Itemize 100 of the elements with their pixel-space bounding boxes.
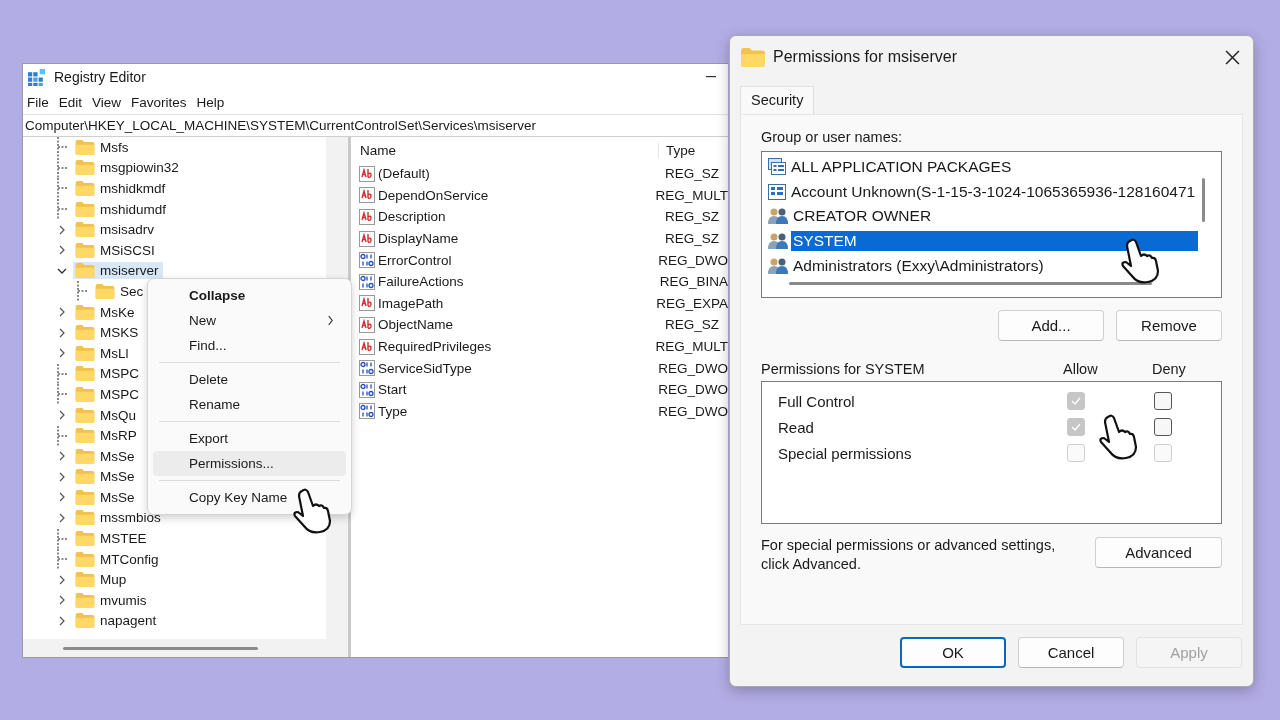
menu-item[interactable]: Rename bbox=[153, 392, 346, 417]
menu-item[interactable]: View bbox=[90, 94, 130, 110]
tree-item[interactable]: MsSe bbox=[73, 488, 139, 506]
chevron-right-icon[interactable] bbox=[57, 615, 67, 626]
value-type: REG_SZ bbox=[665, 166, 719, 182]
tree-connector-line bbox=[57, 549, 67, 570]
dialog-title: Permissions for msiserver bbox=[773, 48, 958, 66]
user-list-item[interactable]: Administrators (Exxy\Administrators) bbox=[791, 255, 1046, 276]
value-name[interactable]: FailureActions bbox=[378, 274, 464, 290]
tree-item[interactable]: MSKS bbox=[73, 324, 143, 342]
value-name[interactable]: ErrorControl bbox=[378, 252, 452, 268]
pointing-hand-icon bbox=[1120, 238, 1160, 284]
tree-item[interactable]: MTConfig bbox=[73, 550, 163, 568]
tree-item[interactable]: mvumis bbox=[73, 591, 151, 609]
tree-item[interactable]: MSPC bbox=[73, 365, 143, 383]
column-header[interactable]: Name bbox=[353, 142, 659, 158]
chevron-right-icon[interactable] bbox=[57, 410, 67, 420]
user-list-item[interactable]: Account Unknown(S-1-15-3-1024-1065365936-128160471 bbox=[789, 181, 1198, 202]
address-bar[interactable]: Computer\HKEY_LOCAL_MACHINE\SYSTEM\CurrentControlSet\Services\msiserver bbox=[23, 114, 728, 137]
value-name[interactable]: Start bbox=[378, 382, 407, 398]
column-header[interactable]: Type bbox=[659, 142, 696, 158]
window-title: Registry Editor bbox=[54, 69, 146, 85]
tree-item[interactable]: MsQu bbox=[73, 406, 140, 424]
chevron-right-icon[interactable] bbox=[57, 451, 67, 462]
tree-item[interactable]: MsLl bbox=[73, 344, 133, 362]
dialog-button[interactable]: Remove bbox=[1116, 310, 1222, 341]
chevron-right-icon[interactable] bbox=[57, 348, 67, 359]
dialog-button[interactable]: OK bbox=[900, 637, 1006, 668]
menu-item[interactable]: Edit bbox=[56, 94, 91, 110]
tree-item[interactable]: msgpiowin32 bbox=[73, 159, 183, 177]
value-name[interactable]: ServiceSidType bbox=[378, 360, 472, 376]
user-list-item[interactable]: CREATOR OWNER bbox=[791, 206, 934, 227]
user-list-item[interactable]: ALL APPLICATION PACKAGES bbox=[789, 157, 1014, 178]
scrollbar-thumb[interactable] bbox=[1202, 178, 1205, 222]
menu-item[interactable]: Delete bbox=[153, 367, 346, 392]
chevron-right-icon[interactable] bbox=[57, 224, 67, 235]
tree-item[interactable]: MSPC bbox=[73, 385, 143, 403]
dialog-button[interactable]: Cancel bbox=[1018, 637, 1124, 668]
column-header: Allow bbox=[1063, 361, 1099, 377]
tree-item[interactable]: MsRP bbox=[73, 427, 141, 445]
menu-item[interactable]: Permissions... bbox=[153, 451, 346, 476]
checkmark-icon bbox=[1071, 423, 1081, 431]
folder-icon bbox=[75, 325, 95, 341]
value-name[interactable]: Type bbox=[378, 403, 408, 419]
value-type: REG_SZ bbox=[665, 209, 719, 225]
chevron-right-icon[interactable] bbox=[57, 327, 67, 338]
tree-item[interactable]: napagent bbox=[73, 612, 161, 630]
checkbox[interactable] bbox=[1154, 418, 1172, 436]
chevron-right-icon[interactable] bbox=[57, 595, 67, 606]
value-name[interactable]: DependOnService bbox=[378, 187, 489, 203]
value-name[interactable]: (Default) bbox=[378, 166, 430, 182]
menu-item[interactable]: Copy Key Name bbox=[153, 485, 346, 510]
folder-icon bbox=[75, 181, 95, 196]
value-type: REG_MULT bbox=[655, 339, 728, 355]
tree-item[interactable]: msisadrv bbox=[73, 221, 158, 239]
tree-item[interactable]: mshidumdf bbox=[73, 200, 171, 218]
chevron-right-icon[interactable] bbox=[57, 574, 67, 585]
menu-item[interactable]: Favorites bbox=[129, 94, 195, 110]
menu-item[interactable]: Export bbox=[153, 426, 346, 451]
tree-item[interactable]: MSiSCSI bbox=[73, 241, 159, 259]
tab[interactable]: Security bbox=[740, 86, 815, 114]
scrollbar-thumb[interactable] bbox=[789, 282, 1152, 285]
column-header: Deny bbox=[1152, 361, 1187, 377]
tree-item[interactable]: Mup bbox=[73, 571, 131, 589]
tree-item[interactable]: Msfs bbox=[73, 138, 133, 156]
menu-item[interactable]: Help bbox=[194, 94, 233, 110]
tree-item[interactable]: MSTEE bbox=[73, 530, 151, 548]
chevron-right-icon[interactable] bbox=[57, 245, 67, 256]
value-type: REG_SZ bbox=[665, 231, 719, 247]
tree-item[interactable]: msiserver bbox=[73, 262, 163, 280]
minimize-icon[interactable] bbox=[706, 76, 716, 78]
tree-item[interactable]: mshidkmdf bbox=[73, 180, 170, 197]
chevron-right-icon[interactable] bbox=[57, 307, 67, 318]
close-icon[interactable] bbox=[1225, 49, 1240, 65]
chevron-right-icon[interactable] bbox=[57, 471, 67, 482]
user-list-item[interactable]: SYSTEM bbox=[791, 231, 1198, 252]
advanced-button[interactable]: Advanced bbox=[1095, 537, 1222, 568]
value-name[interactable]: DisplayName bbox=[378, 231, 459, 247]
tree-item[interactable]: MsSe bbox=[73, 468, 139, 486]
tree-item[interactable]: MsSe bbox=[73, 447, 139, 465]
chevron-down-icon[interactable] bbox=[57, 266, 67, 275]
menu-item[interactable]: Collapse bbox=[153, 283, 346, 308]
value-name[interactable]: Description bbox=[378, 209, 446, 225]
value-name[interactable]: RequiredPrivileges bbox=[378, 339, 492, 355]
folder-icon bbox=[75, 551, 95, 567]
tree-item[interactable]: mssmbios bbox=[73, 509, 165, 527]
chevron-right-icon[interactable] bbox=[57, 492, 67, 503]
tree-item[interactable]: Sec bbox=[93, 282, 148, 300]
users-icon bbox=[768, 256, 788, 275]
menu-item[interactable]: File bbox=[25, 94, 57, 110]
value-name[interactable]: ObjectName bbox=[378, 317, 454, 333]
menu-item[interactable]: New bbox=[153, 308, 346, 333]
value-name[interactable]: ImagePath bbox=[378, 295, 444, 311]
chevron-right-icon[interactable] bbox=[57, 513, 67, 523]
dialog-button[interactable]: Add... bbox=[998, 310, 1104, 341]
checkbox[interactable] bbox=[1154, 392, 1172, 410]
group-list-label: Group or user names: bbox=[761, 129, 904, 145]
tree-item[interactable]: MsKe bbox=[73, 303, 139, 321]
menu-item[interactable]: Find... bbox=[153, 333, 346, 358]
scrollbar-thumb[interactable] bbox=[63, 646, 258, 650]
